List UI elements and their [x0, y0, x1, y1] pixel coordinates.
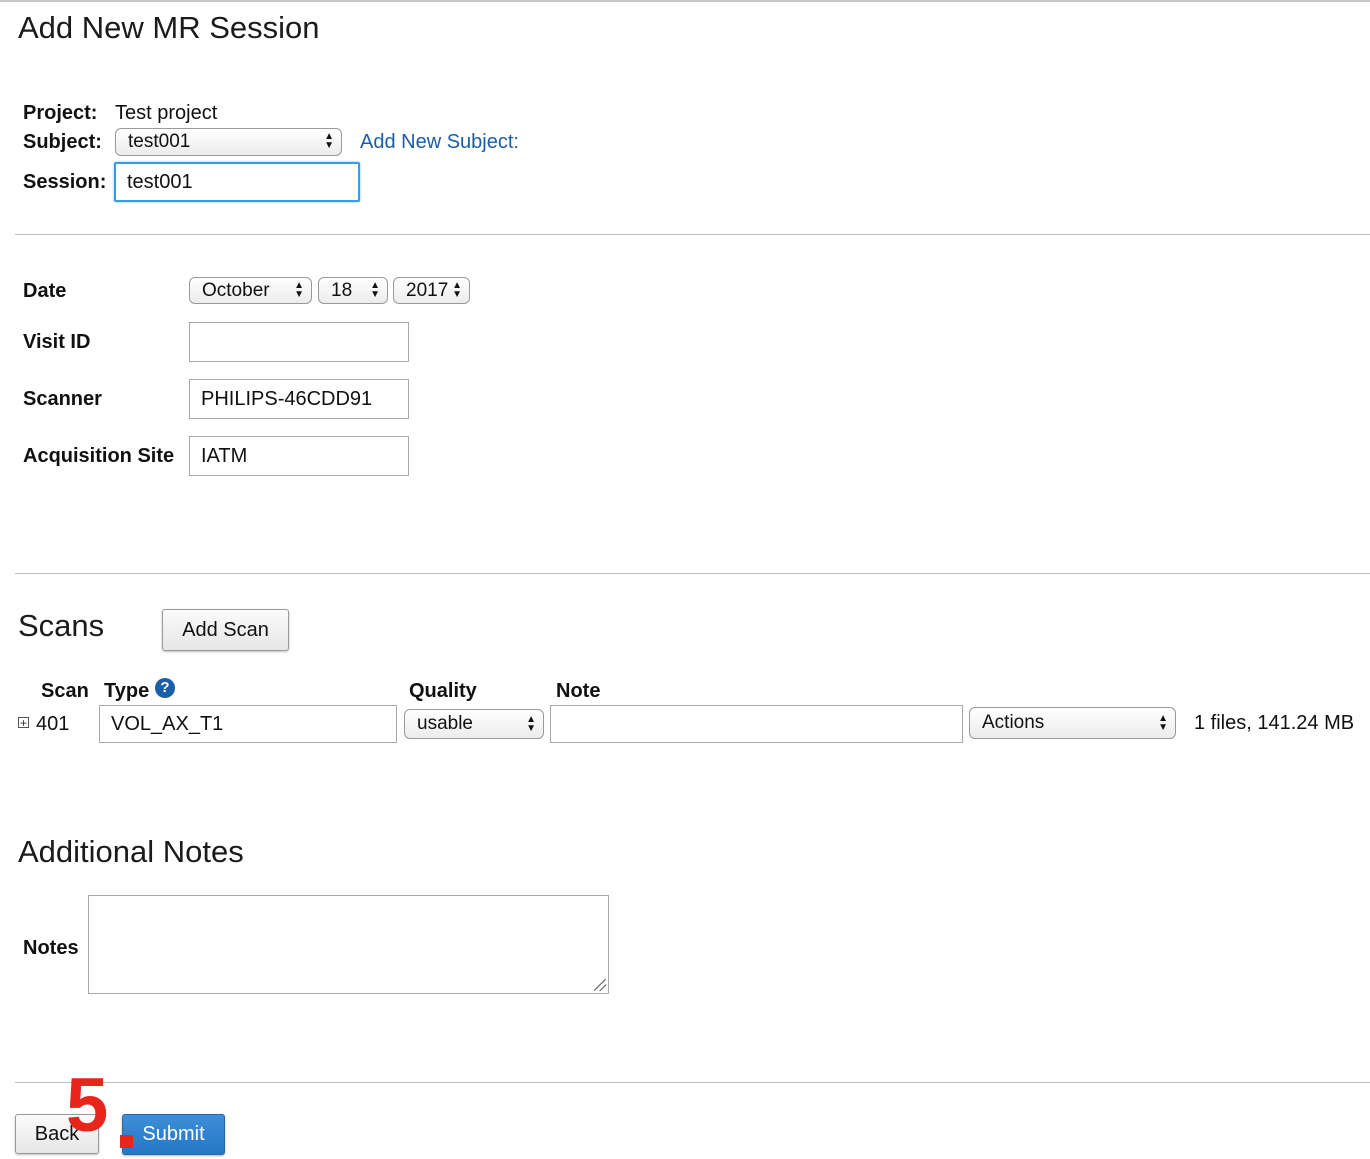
session-input[interactable] — [114, 162, 360, 202]
page-title: Add New MR Session — [18, 10, 320, 45]
submit-button[interactable]: Submit — [122, 1114, 225, 1155]
updown-arrows-icon: ▲ ▼ — [294, 280, 304, 300]
column-header-note: Note — [556, 680, 601, 702]
scan-quality-select[interactable]: usable ▲ ▼ — [404, 709, 544, 739]
visit-id-label: Visit ID — [23, 331, 91, 353]
scan-actions-value: Actions — [982, 712, 1045, 733]
date-day-select[interactable]: 18 ▲ ▼ — [318, 277, 388, 304]
scanner-input[interactable] — [189, 379, 409, 419]
subject-select[interactable]: test001 ▲ ▼ — [115, 128, 342, 156]
scan-quality-value: usable — [417, 713, 473, 734]
date-month-value: October — [202, 280, 270, 301]
notes-textarea-wrapper — [88, 895, 609, 994]
scan-note-input[interactable] — [550, 705, 963, 743]
visit-id-input[interactable] — [189, 322, 409, 362]
column-header-quality: Quality — [409, 680, 477, 702]
top-border — [0, 0, 1370, 2]
date-day-value: 18 — [331, 280, 353, 301]
add-new-subject-link[interactable]: Add New Subject: — [360, 131, 519, 154]
updown-arrows-icon: ▲ ▼ — [324, 131, 334, 151]
divider — [15, 1082, 1370, 1083]
acquisition-site-label: Acquisition Site — [23, 445, 175, 467]
scans-title: Scans — [18, 608, 105, 643]
updown-arrows-icon: ▲ ▼ — [1158, 713, 1168, 733]
acquisition-site-input[interactable] — [189, 436, 409, 476]
divider — [15, 573, 1370, 574]
scan-files-info: 1 files, 141.24 MB — [1194, 712, 1355, 734]
step-annotation: 5 — [66, 1063, 109, 1148]
column-header-scan: Scan — [41, 680, 89, 702]
session-label: Session: — [23, 171, 107, 193]
question-circle-icon[interactable]: ? — [155, 678, 175, 698]
subject-label: Subject: — [23, 131, 102, 153]
date-month-select[interactable]: October ▲ ▼ — [189, 277, 312, 304]
date-year-value: 2017 — [406, 280, 449, 301]
scan-type-input[interactable] — [99, 705, 397, 743]
updown-arrows-icon: ▲ ▼ — [452, 280, 462, 300]
project-label: Project: — [23, 102, 98, 124]
updown-arrows-icon: ▲ ▼ — [526, 714, 536, 734]
notes-label: Notes — [23, 937, 79, 959]
notes-textarea[interactable] — [88, 895, 609, 994]
date-label: Date — [23, 280, 67, 302]
column-header-type: Type — [104, 680, 150, 702]
subject-select-value: test001 — [128, 131, 191, 152]
divider — [15, 234, 1370, 235]
scan-actions-select[interactable]: Actions ▲ ▼ — [969, 707, 1176, 739]
plus-box-icon[interactable]: + — [18, 717, 29, 729]
step-annotation-dot — [120, 1135, 133, 1148]
add-scan-button[interactable]: Add Scan — [162, 609, 289, 651]
scan-id: 401 — [36, 713, 70, 735]
project-value: Test project — [115, 102, 218, 124]
updown-arrows-icon: ▲ ▼ — [370, 280, 380, 300]
resize-grip-icon[interactable] — [594, 979, 606, 991]
date-year-select[interactable]: 2017 ▲ ▼ — [393, 277, 470, 304]
additional-notes-title: Additional Notes — [18, 834, 244, 869]
scanner-label: Scanner — [23, 388, 102, 410]
